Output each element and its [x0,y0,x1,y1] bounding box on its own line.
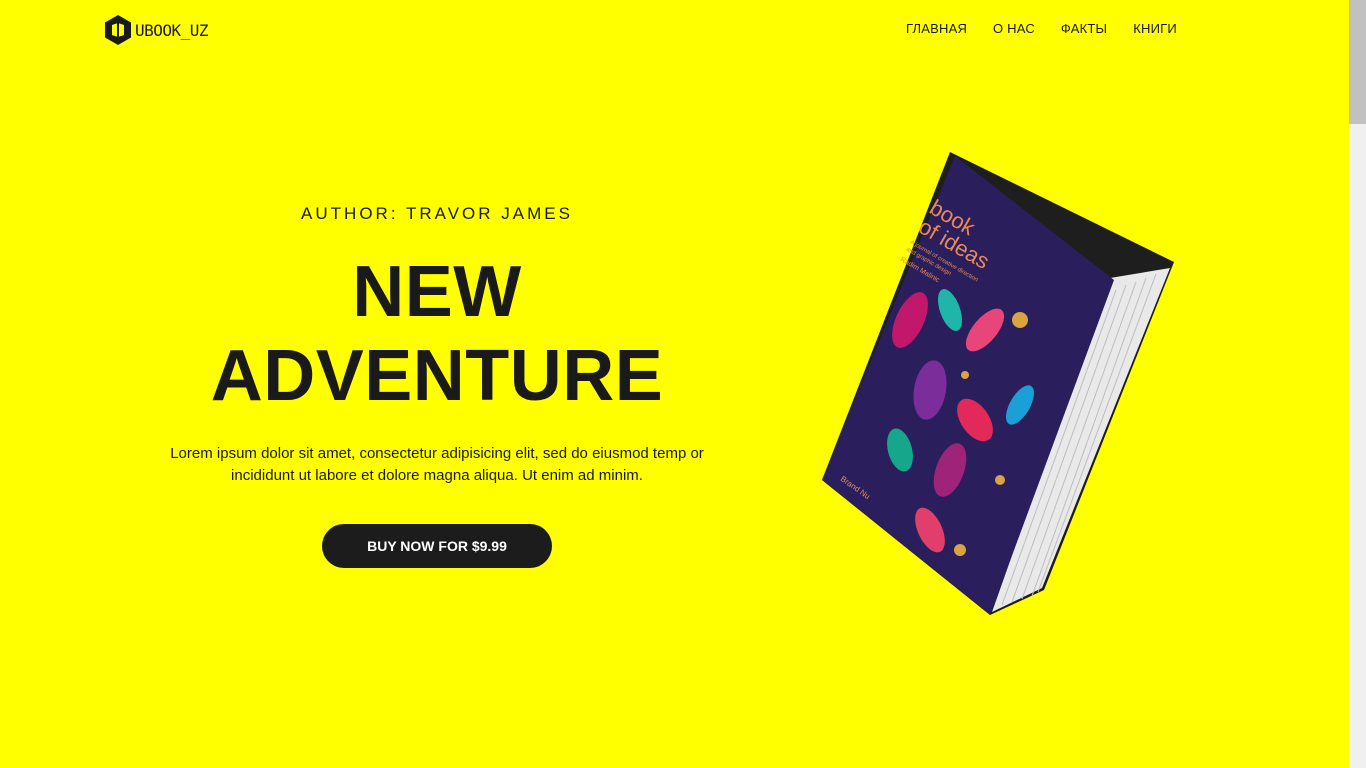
nav-about[interactable]: О НАС [993,21,1035,36]
hero-description: Lorem ipsum dolor sit amet, consectetur … [170,445,704,484]
logo[interactable]: UBOOK_UZ [104,14,209,46]
hero-title-line2: ADVENTURE [210,336,664,416]
vertical-scrollbar[interactable] [1349,0,1366,768]
book-cube-icon [105,15,131,45]
book-image: book of ideas A journal of creative dire… [822,152,1174,615]
logo-text: UBOOK_UZ [135,20,209,40]
page: UBOOK_UZ ГЛАВНАЯ О НАС ФАКТЫ КНИГИ AUTHO… [0,0,1349,768]
nav-facts[interactable]: ФАКТЫ [1061,21,1107,36]
author-line: AUTHOR: TRAVOR JAMES [301,204,573,223]
hero-title-line1: NEW [352,252,522,332]
nav-home[interactable]: ГЛАВНАЯ [906,21,967,36]
hero: AUTHOR: TRAVOR JAMES NEW ADVENTURE Lorem… [140,200,734,568]
hero-title: NEW ADVENTURE [140,250,734,418]
nav-books[interactable]: КНИГИ [1133,21,1177,36]
main-nav: ГЛАВНАЯ О НАС ФАКТЫ КНИГИ [906,21,1177,36]
scrollbar-thumb[interactable] [1349,0,1366,124]
buy-now-button[interactable]: BUY NOW FOR $9.99 [322,524,552,568]
